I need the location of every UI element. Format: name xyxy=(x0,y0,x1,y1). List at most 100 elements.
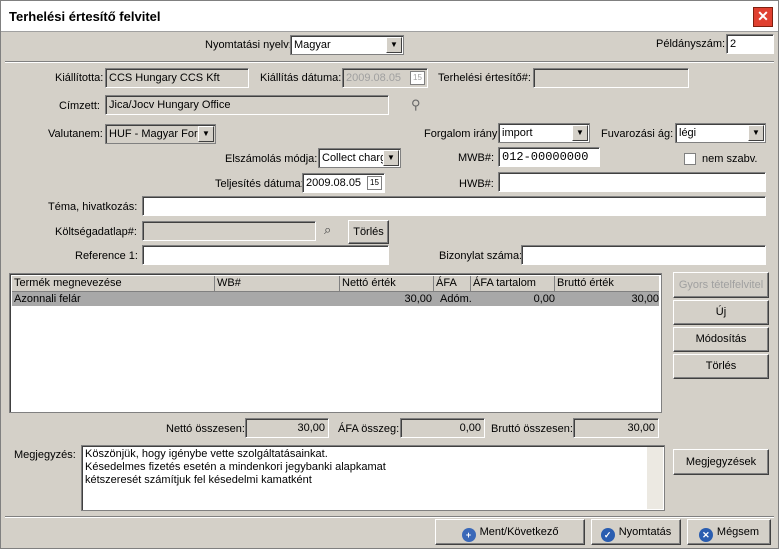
transport-select[interactable]: légi ▼ xyxy=(675,123,766,143)
notes-line: Köszönjük, hogy igénybe vette szolgáltat… xyxy=(85,448,328,460)
cell-vat: Adóm. xyxy=(440,293,472,305)
document-number-label: Bizonylat száma: xyxy=(439,250,523,262)
print-language-value: Magyar xyxy=(294,39,331,51)
notice-number-label: Terhelési értesítő#: xyxy=(438,72,531,84)
non-standard-checkbox[interactable] xyxy=(684,153,696,165)
add-icon: + xyxy=(461,528,476,542)
net-total-field: 30,00 xyxy=(245,418,329,438)
issue-date-value: 2009.08.05 xyxy=(346,72,402,84)
column-header[interactable]: Nettó érték xyxy=(340,276,434,292)
notice-number-field xyxy=(533,68,689,88)
person-icon[interactable]: ⚲ xyxy=(411,97,421,113)
cell-net: 30,00 xyxy=(404,293,432,305)
completion-date-value: 2009.08.05 xyxy=(306,177,362,189)
cancel-icon: ✕ xyxy=(698,528,713,542)
column-header[interactable]: ÁFA tartalom xyxy=(471,276,555,292)
cost-sheet-delete-button[interactable]: Törlés xyxy=(348,220,389,244)
notes-button[interactable]: Megjegyzések xyxy=(673,449,769,475)
reference-label: Reference 1: xyxy=(75,250,138,262)
gross-total-label: Bruttó összesen: xyxy=(491,423,573,435)
document-number-input[interactable] xyxy=(521,245,766,265)
chevron-down-icon: ▼ xyxy=(572,125,588,141)
mwb-label: MWB#: xyxy=(458,152,495,164)
hwb-input[interactable] xyxy=(498,172,766,192)
transport-label: Fuvarozási ág: xyxy=(601,128,674,140)
currency-select[interactable]: HUF - Magyar Forint ▼ xyxy=(105,124,216,144)
cell-name: Azonnali felár xyxy=(14,293,81,305)
traffic-direction-label: Forgalom irány: xyxy=(424,128,501,140)
chevron-down-icon: ▼ xyxy=(383,150,399,166)
copies-label: Példányszám: xyxy=(656,38,726,50)
traffic-direction-select[interactable]: import ▼ xyxy=(498,123,590,143)
print-language-label: Nyomtatási nyelv: xyxy=(205,39,292,51)
addressee-label: Címzett: xyxy=(59,100,100,112)
calendar-icon[interactable]: 15 xyxy=(410,71,425,85)
dialog-window: Terhelési értesítő felvitel ✕ Nyomtatási… xyxy=(0,0,779,549)
title-bar: Terhelési értesítő felvitel ✕ xyxy=(1,1,778,32)
currency-value: HUF - Magyar Forint xyxy=(109,128,210,140)
currency-label: Valutanem: xyxy=(48,128,103,140)
notes-line: kétszeresét számítjuk fel késedelmi kama… xyxy=(85,474,312,486)
copies-value: 2 xyxy=(730,38,737,50)
print-language-select[interactable]: Magyar ▼ xyxy=(290,35,404,55)
cancel-button[interactable]: ✕ Mégsem xyxy=(687,519,771,545)
divider xyxy=(5,61,774,63)
window-title: Terhelési értesítő felvitel xyxy=(9,9,161,24)
modify-item-button[interactable]: Módosítás xyxy=(673,327,769,352)
cell-gross: 30,00 xyxy=(631,293,659,305)
subject-label: Téma, hivatkozás: xyxy=(48,201,138,213)
reference-input[interactable] xyxy=(142,245,389,265)
completion-date-label: Teljesítés dátuma: xyxy=(215,178,304,190)
mwb-input[interactable]: 012-00000000 xyxy=(498,147,600,167)
vat-total-field: 0,00 xyxy=(400,418,485,438)
chevron-down-icon: ▼ xyxy=(386,37,402,53)
column-header[interactable]: Bruttó érték xyxy=(555,276,659,292)
calendar-icon[interactable]: 15 xyxy=(367,176,382,190)
items-table[interactable]: Termék megnevezése WB# Nettó érték ÁFA Á… xyxy=(9,273,662,413)
close-icon[interactable]: ✕ xyxy=(753,7,773,27)
non-standard-label: nem szabv. xyxy=(702,153,758,165)
print-label: Nyomtatás xyxy=(618,526,672,538)
notes-line: Késedelmes fizetés esetén a mindenkori j… xyxy=(85,461,386,473)
billing-method-label: Elszámolás módja: xyxy=(225,153,318,165)
traffic-direction-value: import xyxy=(502,127,533,139)
gross-total-field: 30,00 xyxy=(573,418,659,438)
save-next-label: Ment/Következő xyxy=(479,526,559,538)
column-header[interactable]: Termék megnevezése xyxy=(12,276,215,292)
notes-textarea[interactable]: Köszönjük, hogy igénybe vette szolgáltat… xyxy=(81,445,665,511)
new-item-button[interactable]: Új xyxy=(673,300,769,325)
issuer-field: CCS Hungary CCS Kft xyxy=(105,68,249,88)
completion-date-input[interactable]: 2009.08.05 15 xyxy=(302,173,385,193)
billing-method-value: Collect charge xyxy=(322,152,393,164)
chevron-down-icon: ▼ xyxy=(748,125,764,141)
notes-label: Megjegyzés: xyxy=(14,449,76,461)
transport-value: légi xyxy=(679,127,697,139)
delete-item-button[interactable]: Törlés xyxy=(673,354,769,379)
issuer-label: Kiállította: xyxy=(55,72,104,84)
notes-scrollbar[interactable] xyxy=(647,447,663,509)
cost-sheet-label: Költségadatlap#: xyxy=(55,226,137,238)
save-next-button[interactable]: + Ment/Következő xyxy=(435,519,585,545)
issue-date-label: Kiállítás dátuma: xyxy=(260,72,342,84)
addressee-field: Jica/Jocv Hungary Office xyxy=(105,95,389,115)
cell-vat-amount: 0,00 xyxy=(533,293,555,305)
quick-entry-button[interactable]: Gyors tételfelvitel xyxy=(673,272,769,298)
column-header[interactable]: ÁFA xyxy=(434,276,471,292)
print-button[interactable]: ✓ Nyomtatás xyxy=(591,519,681,545)
cancel-label: Mégsem xyxy=(716,526,760,538)
search-icon[interactable]: ⌕ xyxy=(324,222,331,238)
issue-date-field: 2009.08.05 15 xyxy=(342,68,428,88)
subject-input[interactable] xyxy=(142,196,766,216)
chevron-down-icon: ▼ xyxy=(198,126,214,142)
check-icon: ✓ xyxy=(600,528,615,542)
column-header[interactable]: WB# xyxy=(215,276,340,292)
cost-sheet-field xyxy=(142,221,316,241)
table-row[interactable]: Azonnali felár 30,00 Adóm. 0,00 30,00 xyxy=(12,292,659,306)
billing-method-select[interactable]: Collect charge ▼ xyxy=(318,148,401,168)
table-header: Termék megnevezése WB# Nettó érték ÁFA Á… xyxy=(12,276,659,292)
hwb-label: HWB#: xyxy=(459,178,494,190)
vat-total-label: ÁFA összeg: xyxy=(338,423,400,435)
copies-stepper[interactable]: 2 xyxy=(726,34,774,54)
divider xyxy=(5,516,774,518)
net-total-label: Nettó összesen: xyxy=(166,423,245,435)
